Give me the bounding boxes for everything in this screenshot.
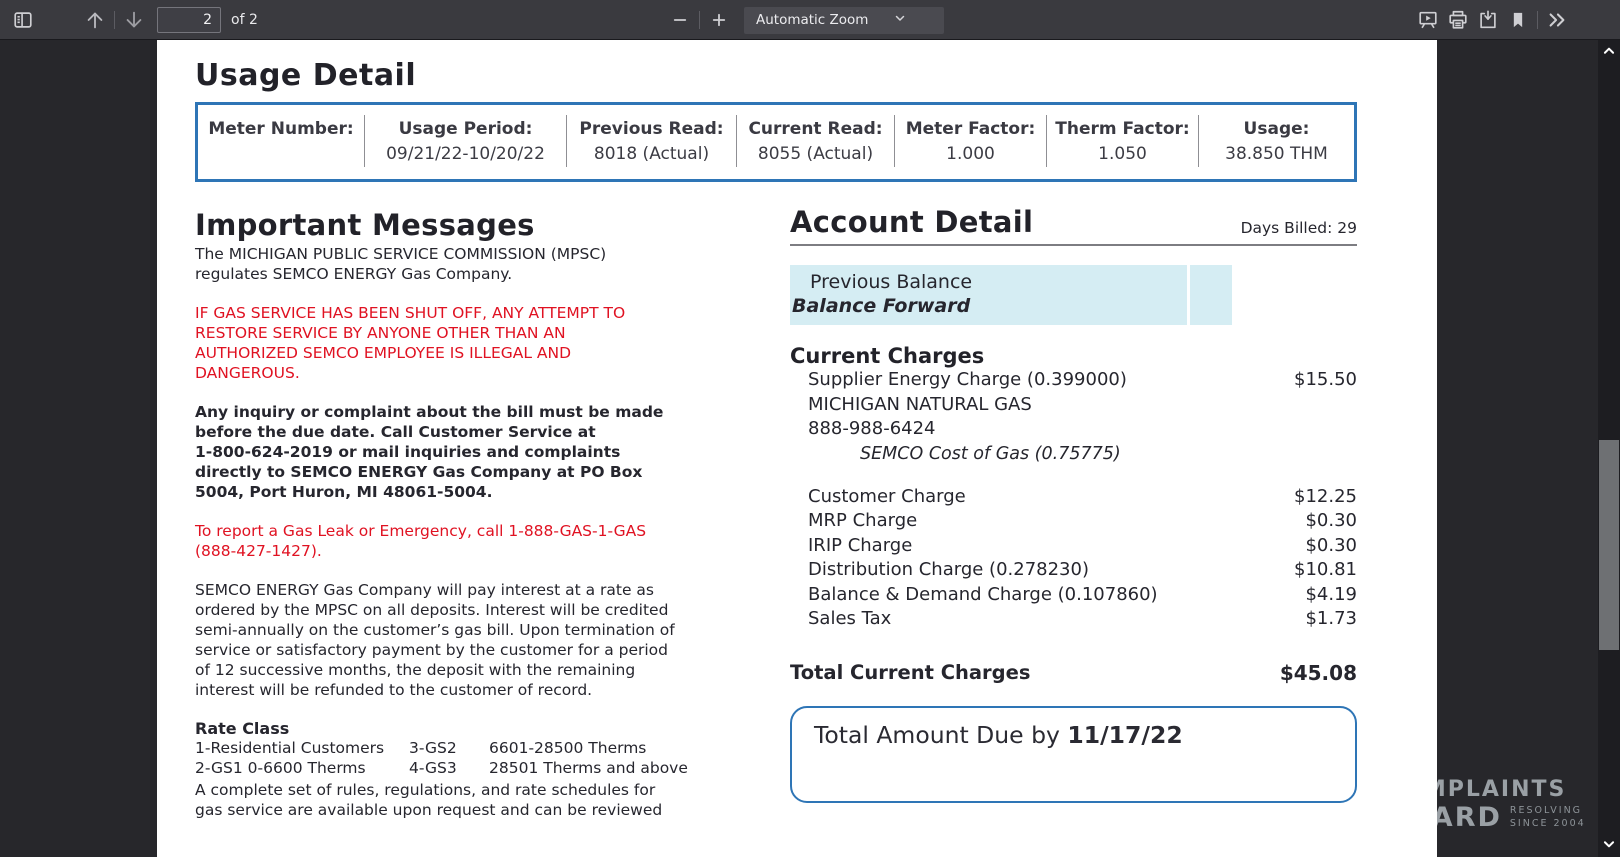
account-detail-header: Account Detail Days Billed: 29: [790, 208, 1357, 246]
plus-icon: [710, 11, 728, 29]
table-col-meter-factor: Meter Factor: 1.000: [894, 115, 1046, 167]
charge-row: Customer Charge $12.25: [790, 485, 1357, 510]
download-icon: [1477, 9, 1499, 31]
chevron-down-icon: [1602, 836, 1616, 855]
table-col-current-read: Current Read: 8055 (Actual): [736, 115, 894, 167]
rate-class-table: 1-Residential Customers 3-GS2 6601-28500…: [195, 738, 715, 778]
days-billed-label: Days Billed: 29: [1241, 219, 1357, 237]
usage-detail-table: Meter Number: Usage Period: 09/21/22-10/…: [195, 102, 1357, 182]
pdf-page: Usage Detail Meter Number: Usage Period:…: [157, 40, 1437, 857]
table-col-therm-factor: Therm Factor: 1.050: [1046, 115, 1198, 167]
next-page-button[interactable]: [119, 6, 149, 34]
zoom-select-value: Automatic Zoom: [756, 12, 868, 28]
zoom-out-button[interactable]: [665, 6, 695, 34]
due-date: 11/17/22: [1067, 721, 1182, 749]
zoom-level-select[interactable]: Automatic Zoom: [744, 7, 944, 34]
double-chevron-right-icon: [1546, 9, 1568, 31]
toolbar-zoom-group: Automatic Zoom: [665, 0, 944, 40]
paragraph-shutoff-warning: IF GAS SERVICE HAS BEEN SHUT OFF, ANY AT…: [195, 303, 715, 383]
bookmark-icon: [1508, 10, 1528, 30]
toolbar-separator: [114, 11, 115, 29]
sidebar-toggle-icon: [12, 9, 34, 31]
arrow-down-icon: [123, 9, 145, 31]
balance-forward-label: Balance Forward: [790, 294, 1187, 318]
chevron-up-icon: [1602, 43, 1616, 62]
toolbar-separator: [1537, 11, 1538, 29]
important-messages-section: Important Messages The MICHIGAN PUBLIC S…: [195, 208, 715, 820]
paragraph-inquiry: Any inquiry or complaint about the bill …: [195, 402, 715, 502]
current-charges-title: Current Charges: [790, 344, 1357, 368]
print-button[interactable]: [1443, 6, 1473, 34]
total-current-charges-row: Total Current Charges $45.08: [790, 661, 1357, 685]
important-messages-title: Important Messages: [195, 208, 715, 242]
tools-menu-button[interactable]: [1542, 6, 1572, 34]
account-detail-section: Account Detail Days Billed: 29 Previous …: [790, 208, 1357, 820]
page-number-input[interactable]: [157, 7, 221, 33]
total-amount-due-box: Total Amount Due by 11/17/22: [790, 706, 1357, 803]
vertical-scrollbar[interactable]: [1598, 40, 1620, 857]
toolbar-left-group: of 2: [0, 6, 258, 34]
sidebar-toggle-button[interactable]: [8, 6, 38, 34]
table-col-meter-number: Meter Number:: [198, 115, 364, 167]
presentation-mode-button[interactable]: [1413, 6, 1443, 34]
watermark-tagline: RESOLVINGSINCE 2004: [1510, 805, 1586, 830]
minus-icon: [671, 11, 689, 29]
toolbar-separator: [699, 11, 700, 29]
due-label: Total Amount Due by: [814, 721, 1067, 749]
charge-row: Sales Tax $1.73: [790, 607, 1357, 632]
paragraph-gas-leak: To report a Gas Leak or Emergency, call …: [195, 521, 715, 561]
previous-balance-label: Previous Balance: [790, 270, 1187, 294]
charge-row: Distribution Charge (0.278230) $10.81: [790, 558, 1357, 583]
supplier-company-row: MICHIGAN NATURAL GAS: [790, 393, 1357, 418]
balance-forward-box: Previous Balance Balance Forward: [790, 265, 1232, 325]
zoom-in-button[interactable]: [704, 6, 734, 34]
semco-cost-of-gas-row: SEMCO Cost of Gas (0.75775): [790, 442, 1357, 467]
presentation-icon: [1417, 9, 1439, 31]
current-view-button[interactable]: [1503, 6, 1533, 34]
charge-row: IRIP Charge $0.30: [790, 534, 1357, 559]
scrollbar-thumb[interactable]: [1599, 440, 1619, 650]
paragraph-mpsc: The MICHIGAN PUBLIC SERVICE COMMISSION (…: [195, 244, 715, 284]
account-detail-title: Account Detail: [790, 208, 1033, 237]
page-count-label: of 2: [231, 12, 258, 28]
table-col-usage-period: Usage Period: 09/21/22-10/20/22: [364, 115, 566, 167]
previous-page-button[interactable]: [80, 6, 110, 34]
rate-class-title: Rate Class: [195, 719, 715, 738]
toolbar-right-group: [1413, 0, 1572, 40]
scroll-down-button[interactable]: [1598, 835, 1620, 855]
scroll-up-button[interactable]: [1598, 42, 1620, 62]
pdf-toolbar: of 2 Automatic Zoom: [0, 0, 1620, 40]
printer-icon: [1447, 9, 1469, 31]
supplier-phone-row: 888-988-6424: [790, 417, 1357, 442]
pdf-viewer-area: COMPLAINTS BOARD RESOLVINGSINCE 2004 Usa…: [0, 40, 1620, 857]
charge-row: Supplier Energy Charge (0.399000) $15.50: [790, 368, 1357, 393]
save-button[interactable]: [1473, 6, 1503, 34]
balance-amount-cell: [1190, 265, 1232, 325]
table-col-usage: Usage: 38.850 THM: [1198, 115, 1354, 167]
table-col-previous-read: Previous Read: 8018 (Actual): [566, 115, 736, 167]
arrow-up-icon: [84, 9, 106, 31]
chevron-down-icon: [894, 12, 906, 28]
paragraph-interest: SEMCO ENERGY Gas Company will pay intere…: [195, 580, 715, 700]
usage-detail-title: Usage Detail: [195, 58, 1437, 93]
charge-row: MRP Charge $0.30: [790, 509, 1357, 534]
charge-row: Balance & Demand Charge (0.107860) $4.19: [790, 583, 1357, 608]
paragraph-rules: A complete set of rules, regulations, an…: [195, 780, 715, 820]
